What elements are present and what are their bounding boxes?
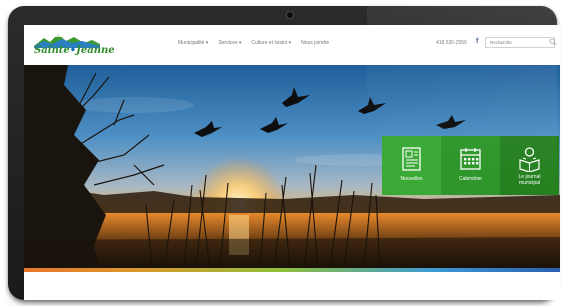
main-nav: Municipalité ▾ Services ▾ Culture et loi…	[178, 40, 329, 46]
facebook-icon[interactable]: f	[476, 38, 478, 45]
nav-item-culture-loisirs[interactable]: Culture et loisirs ▾	[251, 40, 291, 46]
nav-item-services[interactable]: Services ▾	[218, 40, 241, 46]
tile-calendrier[interactable]: Calendrier	[441, 136, 500, 195]
camera-dot	[286, 11, 294, 19]
hero-sunset-banner: Nouvelles Calendrier Le journal municipa…	[24, 65, 560, 268]
calendar-icon	[460, 148, 481, 170]
newspaper-icon	[402, 147, 421, 171]
site-logo[interactable]: Sainte•Jeanne	[34, 32, 115, 60]
tile-label-calendrier: Calendrier	[458, 176, 483, 182]
search-input[interactable]	[485, 37, 555, 48]
tile-journal-municipal[interactable]: Le journal municipal	[500, 136, 559, 195]
logo-text: Sainte•Jeanne	[34, 45, 115, 56]
tile-label-line-2: municipal	[518, 180, 541, 186]
nav-item-municipalite[interactable]: Municipalité ▾	[178, 40, 208, 46]
site-header: Sainte•Jeanne Municipalité ▾ Services ▾ …	[24, 25, 560, 63]
tile-label-nouvelles: Nouvelles	[400, 176, 423, 182]
tile-label-journal-municipal: Le journal municipal	[500, 174, 559, 186]
phone-number[interactable]: 418 635-2556	[436, 40, 467, 46]
search-icon[interactable]	[549, 38, 557, 46]
website-screen: Sainte•Jeanne Municipalité ▾ Services ▾ …	[24, 25, 560, 300]
tablet-device-frame: Sainte•Jeanne Municipalité ▾ Services ▾ …	[8, 6, 560, 300]
quick-access-tiles: Nouvelles Calendrier Le journal municipa…	[382, 136, 559, 195]
page-content-area	[24, 272, 560, 300]
tile-nouvelles[interactable]: Nouvelles	[382, 136, 441, 195]
reader-icon	[519, 147, 540, 172]
nav-item-nous-joindre[interactable]: Nous joindre	[301, 40, 329, 46]
